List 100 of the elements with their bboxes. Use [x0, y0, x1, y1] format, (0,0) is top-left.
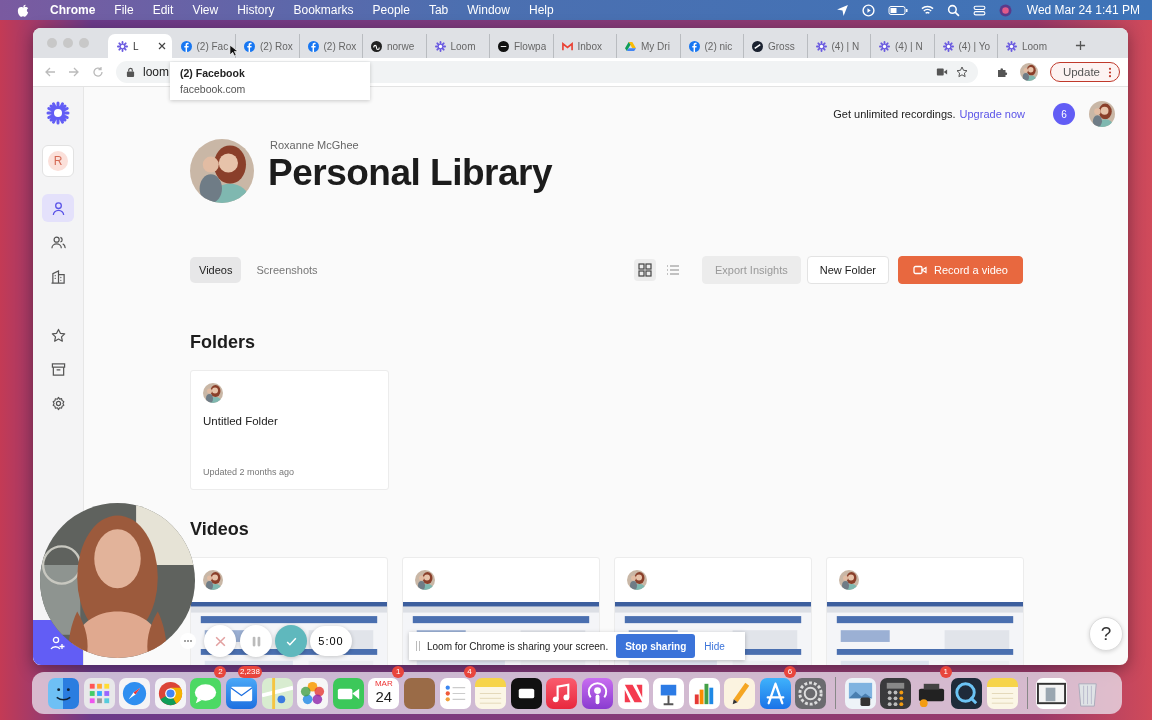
- wave-logo-icon: [371, 40, 382, 52]
- smiley-icon[interactable]: [48, 677, 79, 709]
- flower-icon[interactable]: [297, 677, 329, 709]
- notification-badge: 6: [783, 665, 796, 678]
- more-icon[interactable]: [1108, 66, 1112, 78]
- starburst-logo-icon[interactable]: [46, 101, 70, 125]
- tv-icon[interactable]: [510, 677, 542, 709]
- calendar-icon[interactable]: MAR 24: [368, 677, 400, 709]
- calendar-day: 24: [375, 687, 393, 705]
- menu-item[interactable]: Help: [528, 3, 554, 17]
- calendar-month: MAR: [374, 678, 393, 688]
- notification-badge: 1: [939, 665, 952, 678]
- drag-handle-icon[interactable]: [415, 640, 421, 652]
- view-tab[interactable]: Videos: [190, 257, 242, 283]
- play-circle-icon[interactable]: [861, 3, 875, 17]
- gear-icon[interactable]: [795, 677, 827, 709]
- menu-item[interactable]: Tab: [428, 3, 449, 17]
- apple-icon[interactable]: [17, 3, 29, 17]
- map-icon[interactable]: [261, 677, 293, 709]
- search-icon[interactable]: [946, 3, 960, 17]
- menu-item[interactable]: People: [372, 3, 410, 17]
- starburst-icon: [1006, 40, 1017, 52]
- video-camera-icon: [913, 265, 927, 275]
- media-player-icon[interactable]: [951, 677, 983, 709]
- app-store-icon[interactable]: [759, 677, 791, 709]
- orb-icon[interactable]: [998, 3, 1012, 17]
- section-heading: Folders: [190, 332, 256, 354]
- list-icon: [666, 263, 680, 277]
- starburst-icon: [942, 40, 954, 52]
- app-icon[interactable]: [403, 677, 435, 709]
- folder-name: Untitled Folder: [203, 415, 278, 427]
- location-icon[interactable]: [835, 3, 849, 17]
- notification-badge: 2,238: [237, 665, 262, 678]
- browser-logo-icon[interactable]: [154, 677, 186, 709]
- notification-badge: 1: [392, 665, 405, 678]
- building-icon: [50, 268, 66, 284]
- puzzle-icon[interactable]: [995, 66, 1008, 78]
- f-logo-icon: [307, 40, 319, 52]
- menu-clock[interactable]: Wed Mar 24 1:41 PM: [1026, 3, 1140, 17]
- star-icon[interactable]: [955, 66, 968, 78]
- starburst-icon: [815, 40, 827, 52]
- hide-button[interactable]: Hide: [701, 640, 728, 652]
- mail-icon[interactable]: [225, 677, 257, 709]
- video-card[interactable]: [826, 557, 1024, 665]
- upgrade-link[interactable]: Upgrade now: [959, 108, 1025, 120]
- grid-view-button[interactable]: [634, 259, 656, 281]
- close-icon[interactable]: [157, 42, 166, 50]
- news-icon[interactable]: [617, 677, 649, 709]
- folder-updated: Updated 2 months ago: [203, 467, 295, 477]
- owner-name: Roxanne McGhee: [270, 139, 360, 151]
- workspace-button[interactable]: R: [42, 145, 74, 177]
- window-thumbnail-icon[interactable]: [1036, 677, 1068, 709]
- update-button[interactable]: Update: [1049, 62, 1120, 82]
- workspace-initial: R: [48, 151, 68, 171]
- person-icon: [50, 200, 66, 216]
- browser-tab[interactable]: L: [108, 34, 172, 58]
- section-heading: Videos: [190, 519, 250, 541]
- slash-logo-icon: [752, 40, 763, 52]
- nav-item[interactable]: [42, 194, 74, 222]
- starburst-icon: [117, 40, 128, 52]
- people-icon: [50, 234, 66, 250]
- video-camera-icon[interactable]: [935, 66, 948, 78]
- menu-item[interactable]: Window: [467, 3, 510, 17]
- menu-item[interactable]: View: [192, 3, 219, 17]
- page-title: Personal Library: [268, 151, 552, 195]
- dark-circle-icon: [498, 40, 509, 52]
- triangle-logo-icon: [625, 40, 636, 52]
- image-icon[interactable]: [844, 677, 876, 709]
- stop-sharing-button[interactable]: Stop sharing: [616, 634, 696, 658]
- podcast-icon[interactable]: [581, 677, 613, 709]
- envelope-m-icon: [561, 40, 573, 52]
- wifi-icon[interactable]: [920, 3, 934, 17]
- folder-card[interactable]: Untitled Folder Updated 2 months ago: [190, 370, 389, 490]
- new-tab-icon[interactable]: [1074, 40, 1086, 51]
- menu-item[interactable]: History: [237, 3, 275, 17]
- notification-badge: 4: [463, 665, 476, 678]
- starburst-icon: [434, 40, 446, 52]
- action-button[interactable]: Record a video: [898, 256, 1023, 284]
- f-logo-icon: [688, 40, 700, 52]
- battery-icon[interactable]: [887, 3, 908, 17]
- action-button[interactable]: New Folder: [806, 256, 889, 284]
- close-icon: [213, 634, 227, 648]
- star-icon: [50, 327, 66, 343]
- calculator-icon[interactable]: [880, 677, 912, 709]
- menu-item[interactable]: Bookmarks: [293, 3, 354, 17]
- menu-app-name[interactable]: Chrome: [50, 3, 96, 17]
- compass-icon[interactable]: [119, 677, 151, 709]
- menu-item[interactable]: File: [114, 3, 134, 17]
- toggles-icon[interactable]: [972, 3, 986, 17]
- music-note-icon[interactable]: [546, 677, 578, 709]
- settings-icon: [50, 395, 66, 411]
- lock-icon[interactable]: [126, 66, 135, 78]
- view-tab[interactable]: Screenshots: [247, 257, 327, 283]
- bar-chart-icon[interactable]: [688, 677, 720, 709]
- starburst-icon: [879, 40, 890, 52]
- menu-item[interactable]: Edit: [152, 3, 174, 17]
- list-icon[interactable]: [439, 677, 471, 709]
- notification-badge[interactable]: 6: [1053, 103, 1075, 125]
- podium-icon[interactable]: [653, 677, 685, 709]
- archive-icon: [50, 361, 66, 377]
